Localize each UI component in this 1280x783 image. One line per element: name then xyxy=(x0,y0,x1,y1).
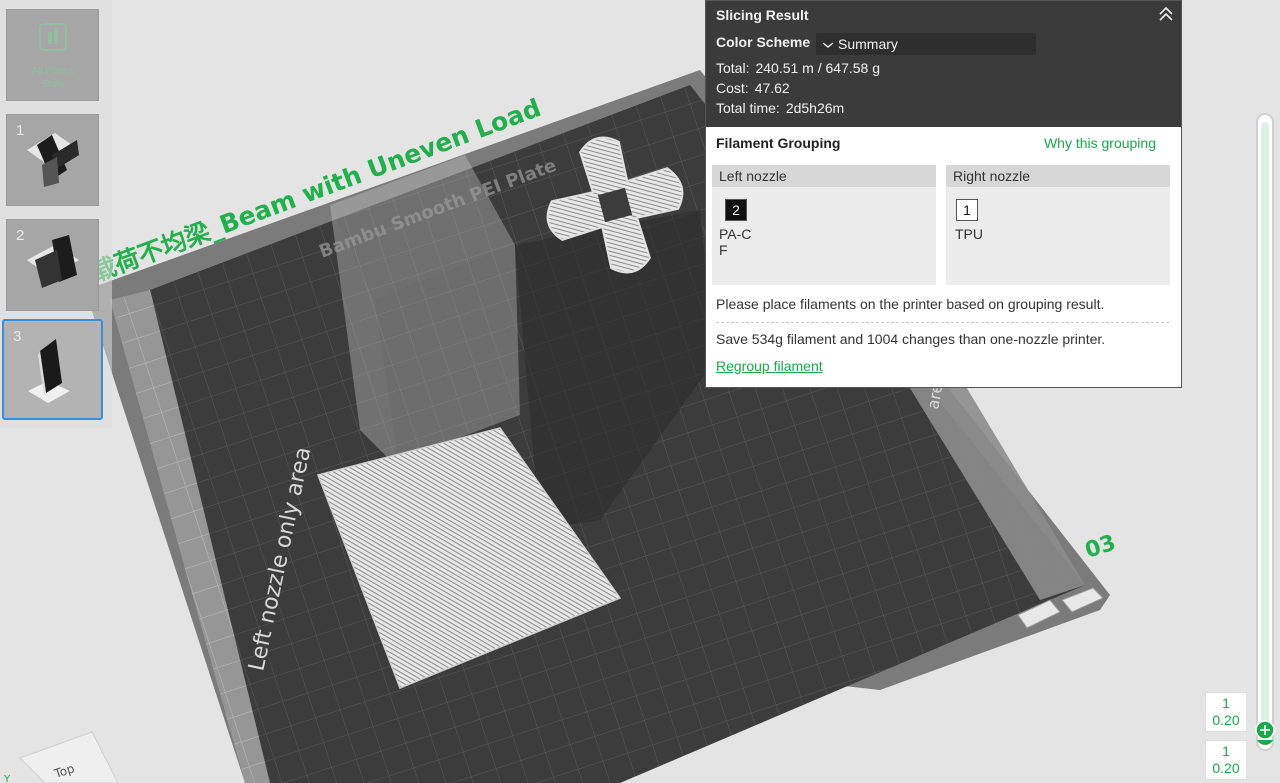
plate-3-preview xyxy=(28,339,70,403)
placement-instruction: Please place filaments on the printer ba… xyxy=(716,296,1105,312)
plate-thumb-3[interactable]: 3 xyxy=(2,319,103,420)
color-scheme-value: Summary xyxy=(838,36,898,52)
plate-thumb-2[interactable]: 2 xyxy=(6,219,99,311)
navigation-cube[interactable]: Top Y xyxy=(0,720,130,783)
all-plates-stats-thumb[interactable]: All Plates Stats xyxy=(6,9,99,101)
color-scheme-label: Color Scheme xyxy=(716,34,811,50)
color-scheme-dropdown[interactable]: Summary xyxy=(816,33,1036,55)
savings-text: Save 534g filament and 1004 changes than… xyxy=(716,331,1106,347)
cost-label: Cost: xyxy=(716,80,749,96)
cost-stat: Cost: 47.62 xyxy=(716,80,790,96)
layer-slider[interactable] xyxy=(1255,112,1275,752)
regroup-filament-link[interactable]: Regroup filament xyxy=(716,358,823,374)
slicing-result-title: Slicing Result xyxy=(716,7,809,23)
time-value: 2d5h26m xyxy=(785,100,845,116)
filament-chip[interactable]: 1 xyxy=(956,199,978,221)
filament-name-line1: PA-C xyxy=(719,226,752,242)
filament-grouping-header: Filament Grouping Why this grouping xyxy=(706,127,1181,159)
why-grouping-link[interactable]: Why this grouping xyxy=(1044,135,1156,151)
bottom-layer-label: 1 0.20 xyxy=(1205,740,1247,780)
time-label: Total time: xyxy=(716,100,780,116)
bottom-layer-height: 0.20 xyxy=(1212,760,1240,776)
all-plates-label: All Plates xyxy=(31,66,74,77)
plate-thumbnails-panel: All Plates Stats 1 2 3 xyxy=(0,0,112,428)
time-stat: Total time: 2d5h26m xyxy=(716,100,844,116)
total-label: Total: xyxy=(716,60,750,76)
top-layer-label: 1 0.20 xyxy=(1205,692,1247,732)
left-nozzle-box: Left nozzle 2 PA-C F xyxy=(712,165,936,285)
layer-slider-thumb[interactable] xyxy=(1255,720,1275,750)
plate-2-preview xyxy=(27,235,79,288)
double-chevron-up-icon xyxy=(1159,6,1173,21)
plate-1-preview xyxy=(27,133,79,187)
slicing-result-panel: Slicing Result Color Scheme Summary Tota… xyxy=(705,0,1182,388)
top-layer-height: 0.20 xyxy=(1212,712,1240,728)
filament-name-line1: TPU xyxy=(955,226,983,242)
left-nozzle-header: Left nozzle xyxy=(712,165,936,187)
filament-chip[interactable]: 2 xyxy=(725,199,747,221)
chevron-down-icon xyxy=(822,33,838,55)
divider xyxy=(716,322,1169,323)
cost-value: 47.62 xyxy=(754,80,790,96)
right-nozzle-box: Right nozzle 1 TPU xyxy=(946,165,1170,285)
plate-number: 03 xyxy=(1082,530,1119,563)
view-cube-icon: Top Y xyxy=(3,731,119,783)
top-layer-number: 1 xyxy=(1222,695,1230,711)
filament-name: PA-C F xyxy=(719,226,751,258)
all-plates-sub-label: Stats xyxy=(41,79,64,90)
filament-grouping-title: Filament Grouping xyxy=(716,135,841,151)
total-stat: Total: 240.51 m / 647.58 g xyxy=(716,60,880,76)
bottom-layer-number: 1 xyxy=(1222,743,1230,759)
collapse-button[interactable] xyxy=(1157,4,1175,24)
plate-thumb-1[interactable]: 1 xyxy=(6,114,99,206)
filament-name-line2: F xyxy=(719,242,728,258)
filament-name: TPU xyxy=(955,226,983,242)
slicing-result-header: Slicing Result Color Scheme Summary Tota… xyxy=(706,1,1181,127)
total-value: 240.51 m / 647.58 g xyxy=(755,60,881,76)
right-nozzle-header: Right nozzle xyxy=(946,165,1170,187)
layer-slider-track xyxy=(1256,113,1274,751)
svg-text:Y: Y xyxy=(3,774,11,783)
